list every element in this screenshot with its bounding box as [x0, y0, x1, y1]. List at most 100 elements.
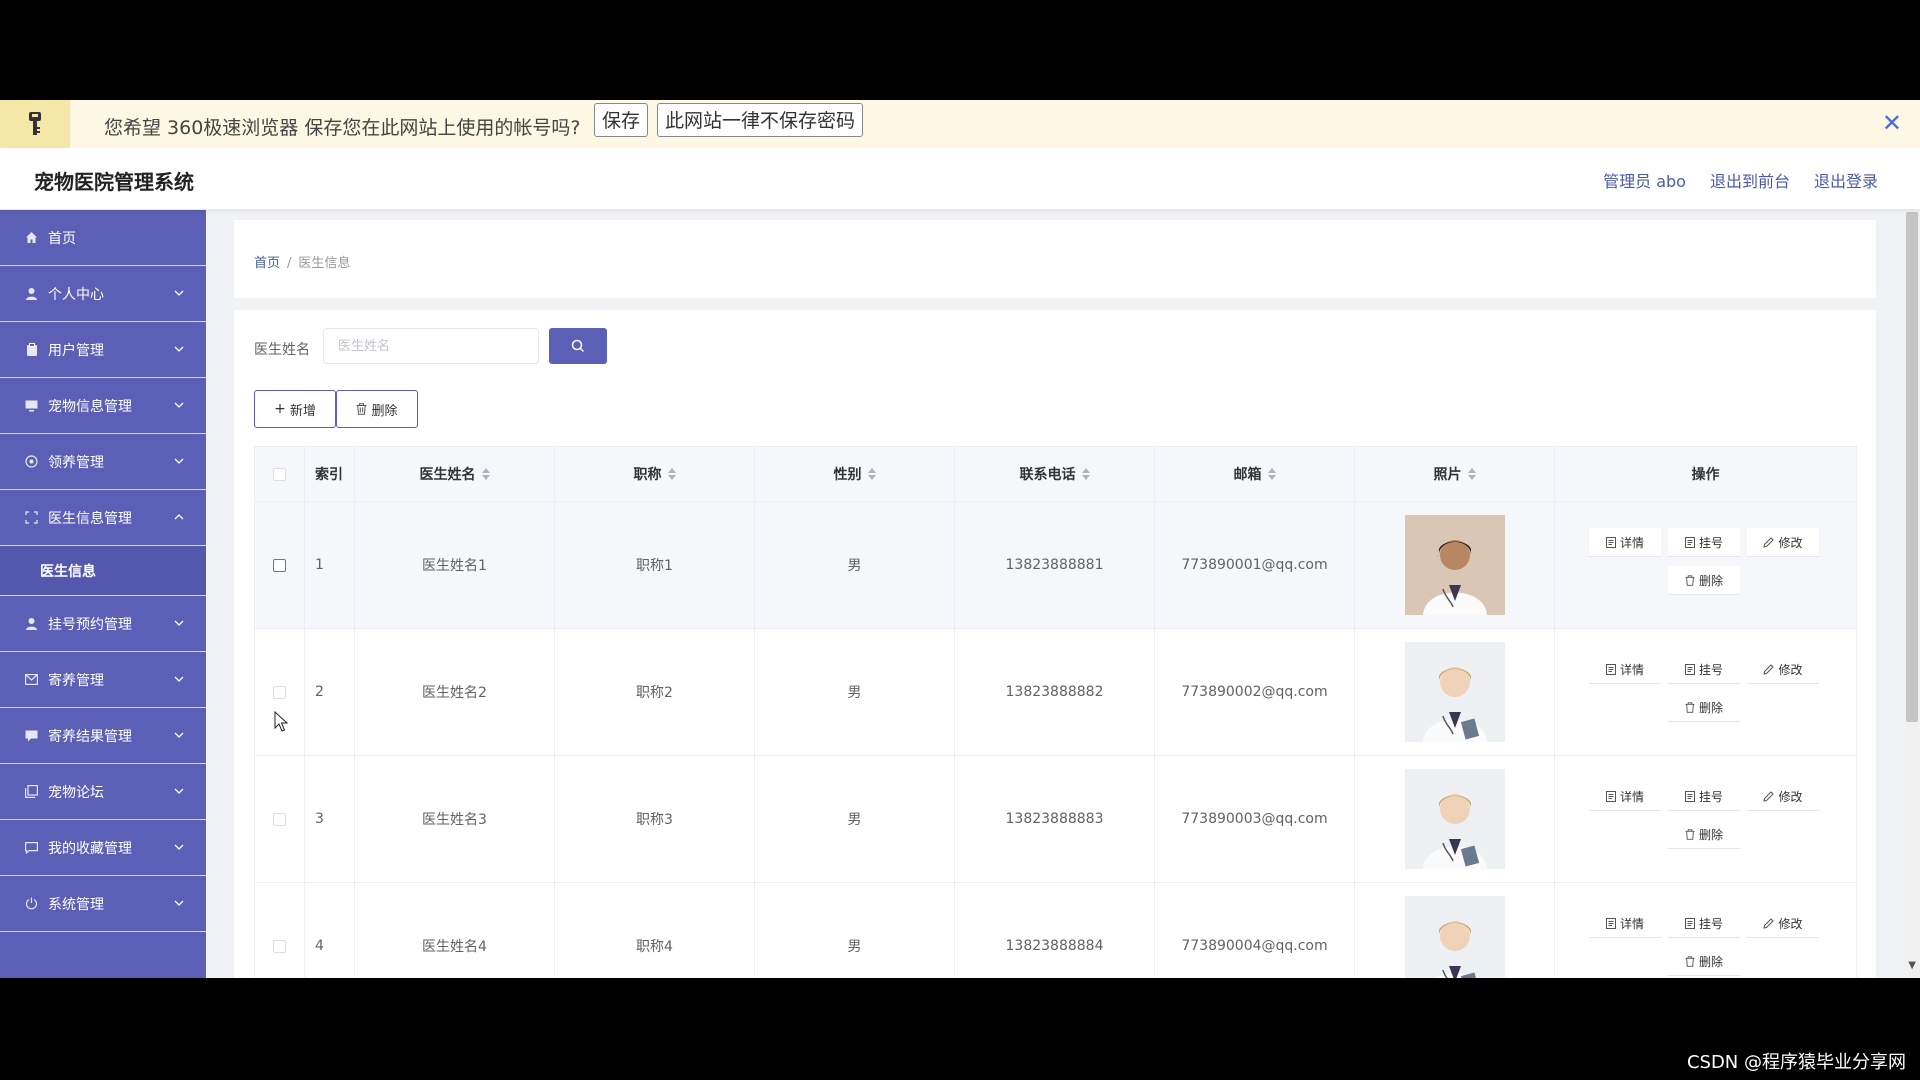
sort-icon[interactable] — [667, 468, 676, 480]
table-row: 3 医生姓名3 职称3 男 13823888883 773890003@qq.com 详情 挂… — [255, 756, 1856, 883]
row-delete-button[interactable]: 删除 — [1668, 947, 1740, 976]
edit-icon — [1763, 790, 1775, 802]
sort-icon[interactable] — [1467, 468, 1476, 480]
register-button[interactable]: 挂号 — [1668, 655, 1740, 684]
sort-icon[interactable] — [1081, 468, 1090, 480]
sidebar-item-label: 用户管理 — [48, 342, 104, 359]
column-header-name[interactable]: 医生姓名 — [355, 447, 555, 501]
detail-button[interactable]: 详情 — [1589, 909, 1661, 938]
cell-doctor-name: 医生姓名3 — [355, 756, 555, 882]
doctor-table: 索引 医生姓名 职称 性别 联系电话 邮箱 照片 操作 1 医生姓名1 职称1 男 13… — [254, 446, 1857, 978]
column-header-title[interactable]: 职称 — [555, 447, 755, 501]
add-button[interactable]: + 新增 — [254, 390, 336, 428]
sidebar-item-label: 挂号预约管理 — [48, 616, 132, 633]
batch-delete-button[interactable]: 删除 — [336, 390, 418, 428]
sidebar-item-home[interactable]: 首页 — [0, 210, 206, 266]
mail-icon — [24, 672, 39, 687]
doctor-photo — [1404, 769, 1505, 869]
sidebar-item-personal-center[interactable]: 个人中心 — [0, 266, 206, 322]
column-header-photo[interactable]: 照片 — [1355, 447, 1555, 501]
sidebar-item-label: 寄养结果管理 — [48, 728, 132, 745]
row-checkbox[interactable] — [273, 558, 286, 572]
logout-link[interactable]: 退出登录 — [1814, 168, 1878, 192]
scroll-down-arrow-icon[interactable]: ▼ — [1908, 960, 1916, 971]
edit-button[interactable]: 修改 — [1747, 909, 1819, 938]
cell-photo — [1355, 502, 1555, 628]
never-save-password-button[interactable]: 此网站一律不保存密码 — [657, 103, 864, 137]
sidebar-item-label: 领养管理 — [48, 454, 104, 471]
user-icon — [24, 616, 39, 631]
column-header-phone[interactable]: 联系电话 — [955, 447, 1155, 501]
row-checkbox[interactable] — [273, 939, 286, 953]
column-header-gender[interactable]: 性别 — [755, 447, 955, 501]
sidebar-item-system[interactable]: 系统管理 — [0, 876, 206, 932]
row-delete-button[interactable]: 删除 — [1668, 820, 1740, 849]
row-checkbox[interactable] — [273, 685, 286, 699]
add-button-label: 新增 — [289, 403, 316, 419]
monitor-icon — [24, 398, 39, 413]
user-icon — [24, 286, 39, 301]
row-delete-button[interactable]: 删除 — [1668, 566, 1740, 595]
cell-gender: 男 — [755, 502, 955, 628]
register-button-label: 挂号 — [1698, 916, 1723, 931]
register-button[interactable]: 挂号 — [1668, 528, 1740, 557]
column-header-index: 索引 — [305, 447, 355, 501]
save-password-button[interactable]: 保存 — [594, 103, 649, 137]
breadcrumb: 首页 / 医生信息 — [254, 252, 350, 271]
chevron-down-icon — [174, 614, 184, 630]
sidebar-item-boarding-result[interactable]: 寄养结果管理 — [0, 708, 206, 764]
register-button[interactable]: 挂号 — [1668, 782, 1740, 811]
row-select-cell — [255, 629, 305, 755]
cell-email: 773890004@qq.com — [1155, 883, 1355, 978]
admin-user-link[interactable]: 管理员 abo — [1603, 168, 1686, 192]
cell-gender: 男 — [755, 756, 955, 882]
sidebar-item-doctor-management[interactable]: 医生信息管理 — [0, 490, 206, 546]
document-icon — [1684, 663, 1695, 675]
register-button[interactable]: 挂号 — [1668, 909, 1740, 938]
edit-button[interactable]: 修改 — [1747, 528, 1819, 557]
exit-to-front-link[interactable]: 退出到前台 — [1710, 168, 1790, 192]
sidebar-item-pet-forum[interactable]: 宠物论坛 — [0, 764, 206, 820]
row-checkbox[interactable] — [273, 812, 286, 826]
select-all-checkbox[interactable] — [273, 467, 286, 481]
cell-phone: 13823888884 — [955, 883, 1155, 978]
doctor-name-search-input[interactable] — [323, 328, 539, 364]
doctor-list-card: 医生姓名 + 新增 删除 索引 医生姓名 职称 性别 联系电 — [234, 310, 1876, 978]
column-header-label: 职称 — [633, 467, 662, 483]
chevron-up-icon — [174, 508, 184, 524]
row-select-cell — [255, 756, 305, 882]
scan-icon — [24, 510, 39, 525]
document-icon — [1684, 536, 1695, 548]
row-select-cell — [255, 502, 305, 628]
detail-button[interactable]: 详情 — [1589, 528, 1661, 557]
detail-button[interactable]: 详情 — [1589, 655, 1661, 684]
sidebar-item-user-management[interactable]: 用户管理 — [0, 322, 206, 378]
row-delete-button[interactable]: 删除 — [1668, 693, 1740, 722]
sidebar-item-adoption[interactable]: 领养管理 — [0, 434, 206, 490]
column-header-label: 操作 — [1691, 467, 1720, 483]
cell-gender: 男 — [755, 883, 955, 978]
select-all-cell — [255, 447, 305, 501]
sidebar-item-pet-info[interactable]: 宠物信息管理 — [0, 378, 206, 434]
copy-icon — [24, 784, 39, 799]
chevron-down-icon — [174, 726, 184, 742]
document-icon — [1605, 663, 1616, 675]
cell-index: 4 — [305, 883, 355, 978]
sidebar-subitem-doctor-info[interactable]: 医生信息 — [0, 546, 206, 596]
column-header-email[interactable]: 邮箱 — [1155, 447, 1355, 501]
sort-icon[interactable] — [867, 468, 876, 480]
chevron-down-icon — [174, 782, 184, 798]
breadcrumb-home[interactable]: 首页 — [254, 256, 280, 271]
sort-icon[interactable] — [481, 468, 490, 480]
sidebar-item-appointment[interactable]: 挂号预约管理 — [0, 596, 206, 652]
search-button[interactable] — [549, 328, 607, 364]
page-scrollbar-thumb[interactable] — [1906, 212, 1918, 722]
sidebar-item-favorites[interactable]: 我的收藏管理 — [0, 820, 206, 876]
sidebar-item-boarding[interactable]: 寄养管理 — [0, 652, 206, 708]
edit-button[interactable]: 修改 — [1747, 782, 1819, 811]
close-icon[interactable]: ✕ — [1882, 109, 1902, 137]
edit-button[interactable]: 修改 — [1747, 655, 1819, 684]
power-icon — [24, 896, 39, 911]
sort-icon[interactable] — [1267, 468, 1276, 480]
detail-button[interactable]: 详情 — [1589, 782, 1661, 811]
